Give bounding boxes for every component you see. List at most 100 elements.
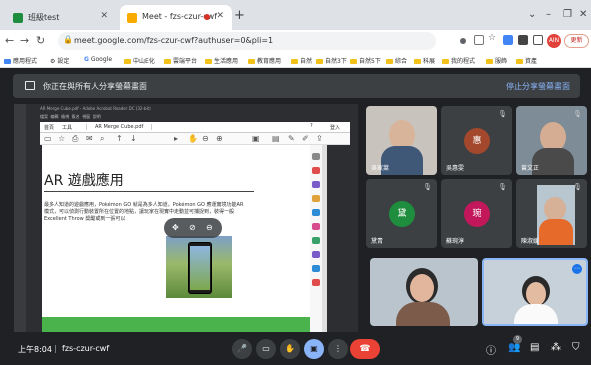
bookmark-item[interactable]: 自然: [291, 56, 312, 65]
present-screen-icon[interactable]: ▣: [304, 339, 324, 359]
camera-icon[interactable]: ▭: [256, 339, 276, 359]
bookmark-item[interactable]: 自然3下: [316, 56, 347, 65]
share-icon[interactable]: [474, 35, 484, 45]
extension-icon[interactable]: [503, 35, 513, 45]
participant-tile[interactable]: 🎙 黛 黛青: [366, 179, 437, 248]
participant-tile[interactable]: 🎙 曾文正: [516, 106, 587, 175]
tool-icon[interactable]: [312, 167, 320, 174]
bookmark-item[interactable]: 資產: [516, 56, 537, 65]
share-icon[interactable]: ⇪: [316, 134, 323, 143]
tool-icon[interactable]: [312, 223, 320, 230]
help-icon[interactable]: ?: [310, 123, 313, 129]
tab-label: 班級test: [28, 13, 60, 22]
page-down-icon[interactable]: ↓: [130, 134, 137, 143]
profile-avatar[interactable]: AIN: [547, 34, 561, 48]
menu-item[interactable]: 編輯: [51, 114, 59, 119]
select-icon[interactable]: ▸: [174, 134, 178, 143]
menu-item[interactable]: 視窗: [82, 114, 90, 119]
activities-icon[interactable]: ⁂: [551, 342, 561, 353]
participant-tile[interactable]: 🎙 惠 吳惠雯: [441, 106, 512, 175]
bookmark-item[interactable]: 我的程式: [442, 56, 475, 65]
raise-hand-icon[interactable]: ✋: [280, 339, 300, 359]
signin-button[interactable]: 登入: [330, 124, 340, 131]
tool-icon[interactable]: [312, 237, 320, 244]
scrollbar[interactable]: [322, 145, 327, 332]
minimize-icon[interactable]: –: [546, 9, 551, 20]
tab-tools[interactable]: 工具: [62, 124, 72, 131]
tool-icon[interactable]: [312, 195, 320, 202]
close-icon[interactable]: ✕: [100, 11, 108, 21]
tool-icon[interactable]: [312, 153, 320, 160]
tool-icon[interactable]: [312, 279, 320, 286]
hand-icon[interactable]: ✋: [188, 134, 198, 143]
remove-icon[interactable]: ⊖: [206, 223, 213, 232]
bookmark-apps[interactable]: 應用程式: [4, 56, 37, 65]
print-icon[interactable]: ⎙: [72, 134, 78, 144]
zoom-in-icon[interactable]: ⊕: [216, 134, 223, 143]
bookmark-item[interactable]: 自然5下: [350, 56, 381, 65]
self-video-tile[interactable]: ⋯: [482, 258, 588, 326]
fit-page-icon[interactable]: ▣: [252, 134, 260, 143]
tab-meet[interactable]: Meet - fzs-czur-cwf ✕: [120, 5, 232, 30]
host-controls-icon[interactable]: ⛉: [572, 342, 580, 353]
tab-class-test[interactable]: 班級test ✕: [6, 5, 116, 30]
bookmark-google[interactable]: G Google: [84, 56, 112, 63]
puzzle-icon[interactable]: [518, 35, 528, 45]
page-up-icon[interactable]: ↑: [116, 134, 123, 143]
avatar: 琬: [464, 201, 490, 227]
tool-icon[interactable]: [312, 181, 320, 188]
camera-indicator-icon[interactable]: [460, 38, 466, 44]
tool-icon[interactable]: [312, 209, 320, 216]
participant-tile[interactable]: 吳家棻: [366, 106, 437, 175]
mic-icon[interactable]: 🎤: [232, 339, 252, 359]
participant-tile[interactable]: 🎙 琬 蘇琬淳: [441, 179, 512, 248]
stop-sharing-button[interactable]: 停止分享螢幕畫面: [506, 81, 570, 92]
pin-icon[interactable]: ✥: [172, 223, 179, 232]
person-video: [544, 197, 566, 221]
bookmark-item[interactable]: 科展: [414, 56, 435, 65]
save-icon[interactable]: ▭: [44, 134, 52, 143]
star-icon[interactable]: ☆: [58, 134, 65, 143]
info-icon[interactable]: ⓘ: [486, 342, 496, 357]
zoom-out-icon[interactable]: ⊖: [202, 134, 209, 143]
tool-icon[interactable]: [312, 251, 320, 258]
tool-icon[interactable]: [312, 265, 320, 272]
menu-item[interactable]: 簽名: [72, 114, 80, 119]
close-icon[interactable]: ✕: [216, 11, 224, 21]
bookmark-item[interactable]: 雲端平台: [164, 56, 197, 65]
reload-icon[interactable]: ↻: [36, 34, 45, 47]
sidebar-icon[interactable]: [533, 35, 543, 45]
maximize-icon[interactable]: ❐: [563, 9, 572, 20]
menu-item[interactable]: 說明: [93, 114, 101, 119]
bookmark-item[interactable]: 服飾: [486, 56, 507, 65]
bookmark-item[interactable]: 生活應用: [205, 56, 238, 65]
tab-home[interactable]: 首頁: [44, 124, 54, 131]
close-window-icon[interactable]: ✕: [579, 9, 587, 20]
bookmark-item[interactable]: 綜合: [386, 56, 407, 65]
mute-icon[interactable]: ⊘: [189, 223, 196, 232]
participant-tile[interactable]: 🎙 陳淑媛: [516, 179, 587, 248]
bookmark-item[interactable]: 教育應用: [248, 56, 281, 65]
participant-video-tile[interactable]: [370, 258, 478, 326]
new-tab-icon[interactable]: +: [234, 8, 245, 23]
bookmark-item[interactable]: 中山E化: [124, 56, 155, 65]
menu-item[interactable]: 檔案: [40, 114, 48, 119]
star-icon[interactable]: ☆: [488, 33, 498, 43]
bookmark-settings[interactable]: ⚙ 設定: [50, 56, 69, 65]
menu-item[interactable]: 檢視: [61, 114, 69, 119]
search-icon[interactable]: ⌕: [100, 134, 104, 144]
url-input[interactable]: 🔒 meet.google.com/fzs-czur-cwf?authuser=…: [58, 32, 436, 50]
sign-icon[interactable]: ✐: [302, 134, 309, 143]
more-options-icon[interactable]: ⋯: [572, 264, 582, 274]
back-icon[interactable]: ←: [5, 34, 14, 47]
pen-icon[interactable]: ✎: [288, 134, 295, 143]
more-options-icon[interactable]: ⋮: [328, 339, 348, 359]
mail-icon[interactable]: ✉: [86, 134, 93, 143]
update-button[interactable]: 更新: [564, 34, 589, 48]
tab-document[interactable]: AR Merge Cube.pdf: [86, 124, 153, 130]
forward-icon[interactable]: →: [20, 34, 29, 47]
tab-search-icon[interactable]: ⌄: [528, 9, 536, 20]
comment-icon[interactable]: ▤: [272, 134, 280, 143]
end-call-button[interactable]: ☎: [350, 339, 380, 359]
chat-icon[interactable]: ▤: [530, 342, 539, 353]
